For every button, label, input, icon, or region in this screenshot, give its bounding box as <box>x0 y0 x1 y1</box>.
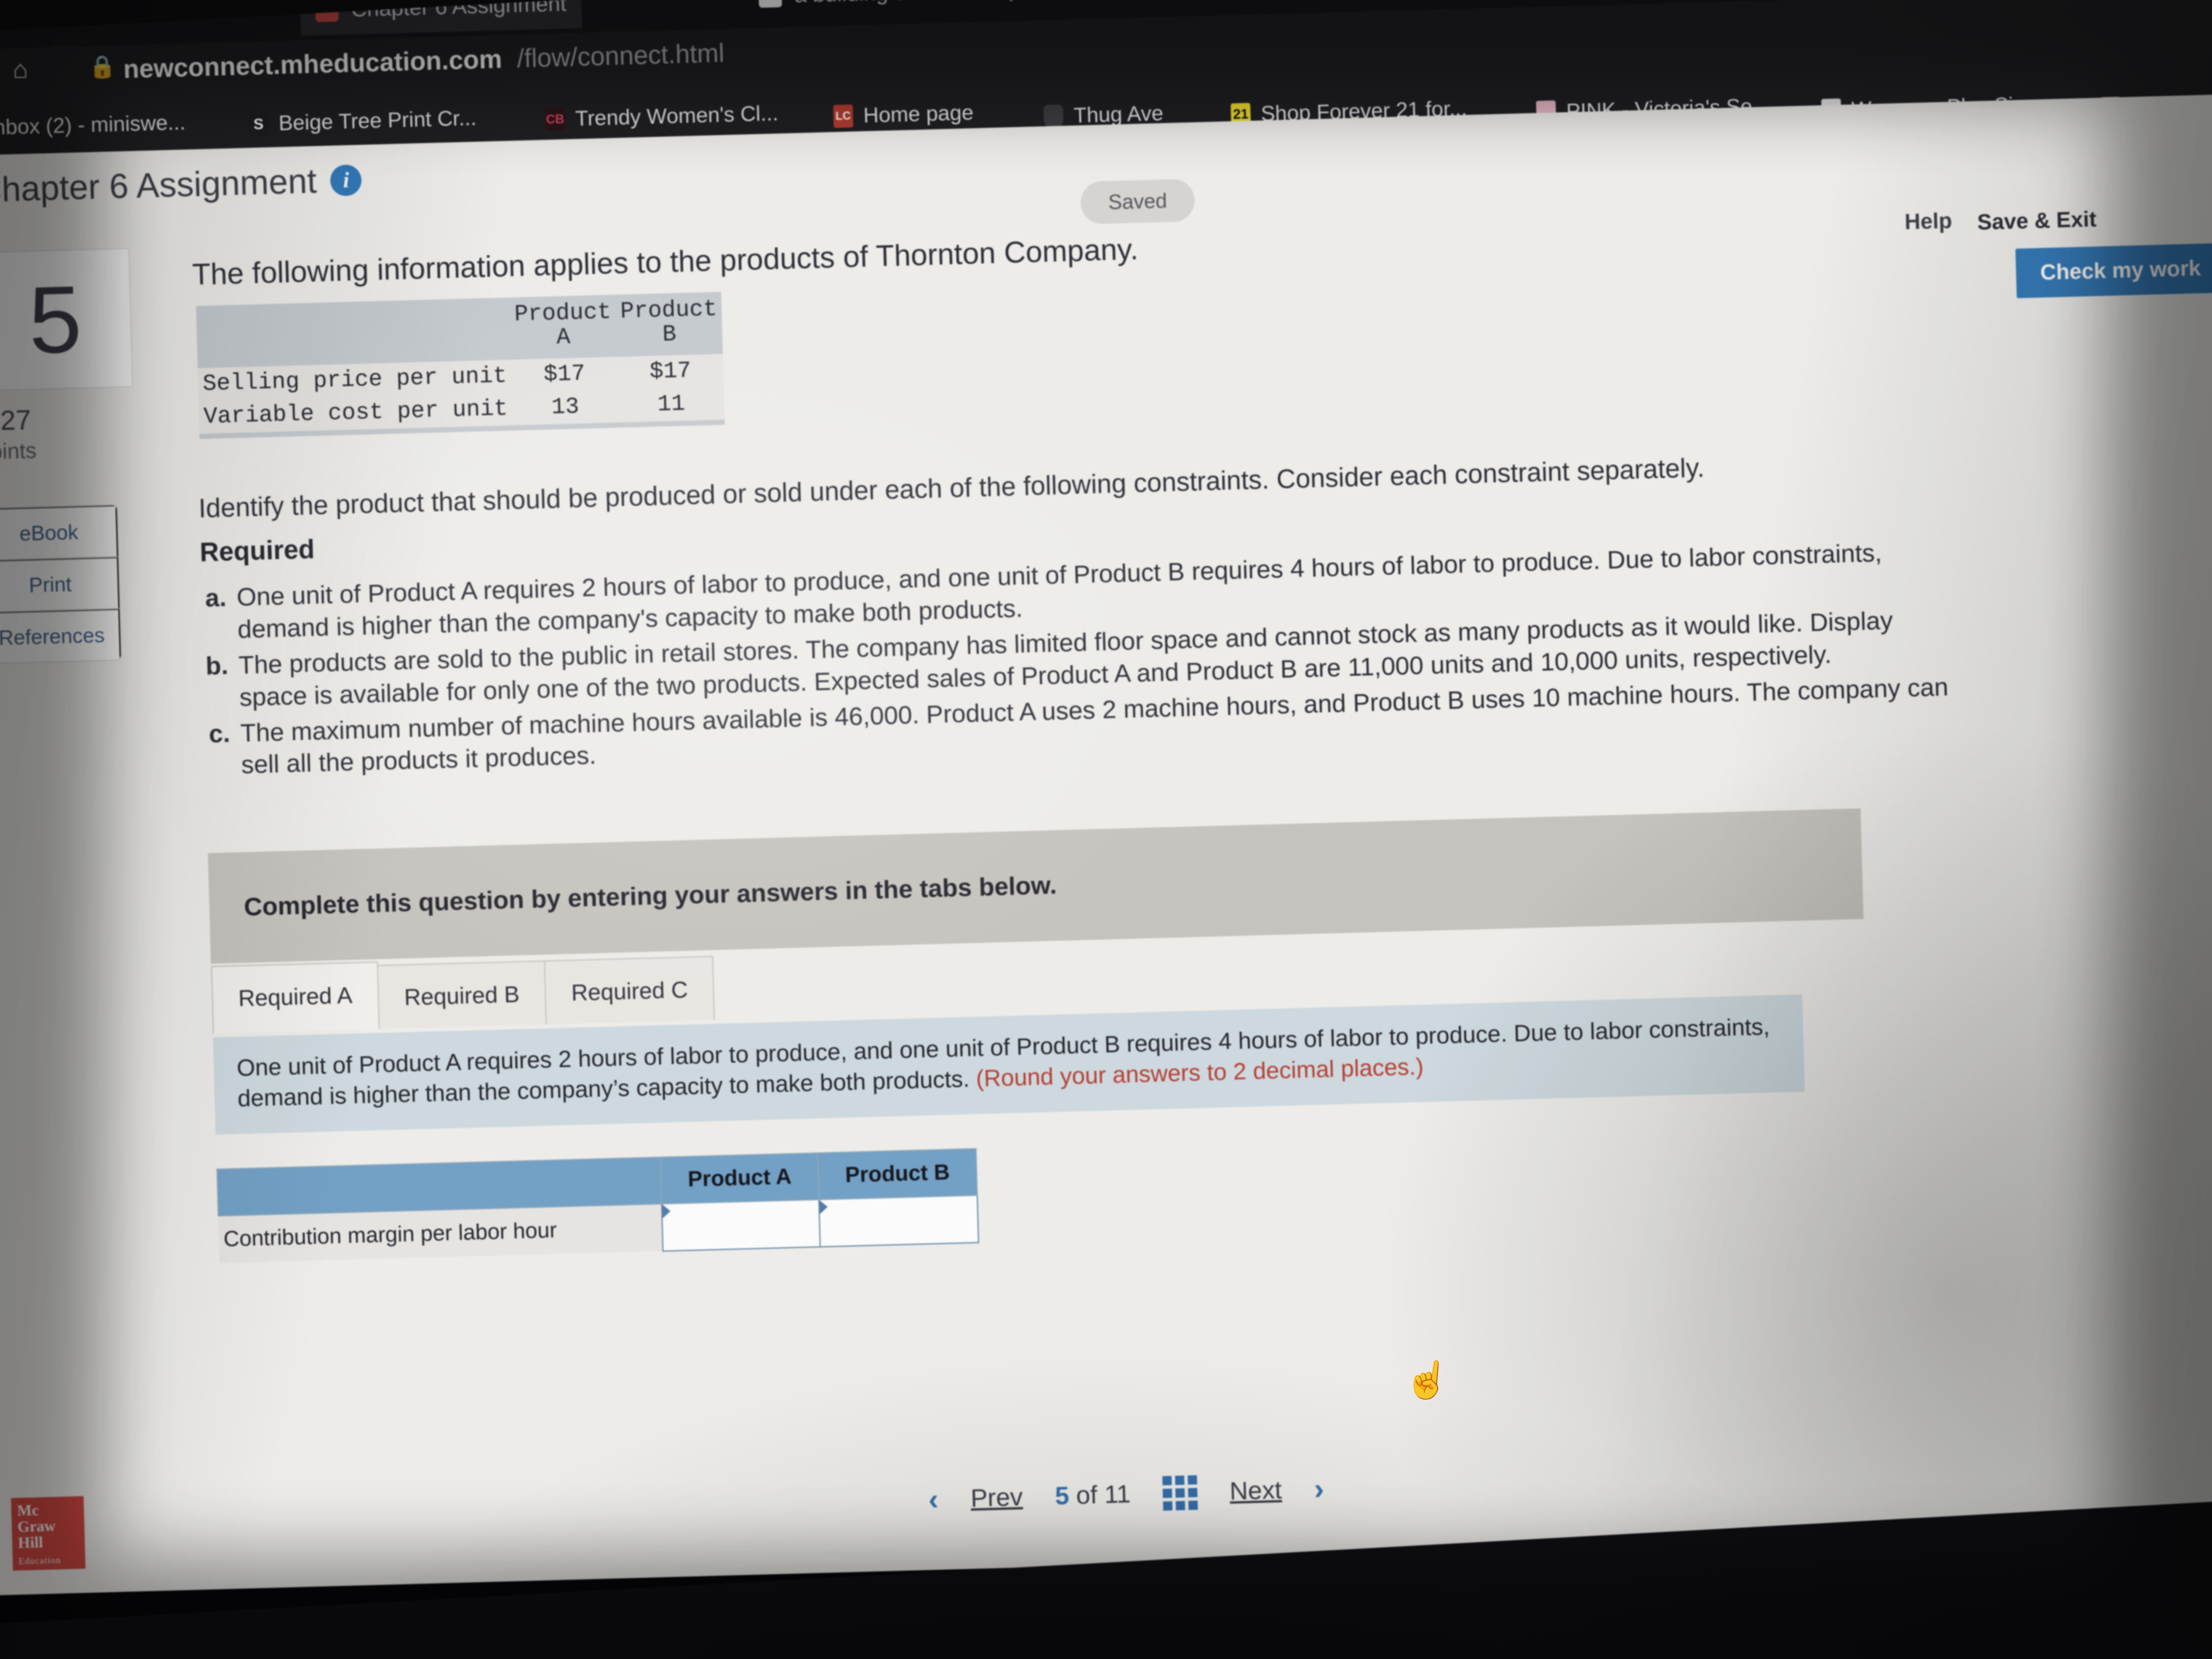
page-counter: 5 of 11 <box>1055 1480 1131 1511</box>
help-link[interactable]: Help <box>1904 209 1952 235</box>
tab-required-c[interactable]: Required C <box>544 956 715 1025</box>
tab-required-b[interactable]: Required B <box>377 960 547 1029</box>
letter-s-icon: S <box>248 112 269 136</box>
tab-required-a[interactable]: Required A <box>211 961 380 1033</box>
facts-cell-a: 13 <box>512 389 619 428</box>
logo-line-1: Mc <box>17 1501 39 1520</box>
prev-button[interactable]: Prev <box>970 1483 1023 1513</box>
lc-icon: LC <box>833 104 854 128</box>
tab-favicon-google <box>758 0 782 8</box>
logo-line-3: Hill <box>17 1533 44 1552</box>
bookmark-label: Home page <box>863 100 974 127</box>
url-path: /flow/connect.html <box>516 38 725 73</box>
complete-question-banner: Complete this question by entering your … <box>207 808 1864 964</box>
mcgraw-hill-logo: Mc Graw Hill Education <box>11 1496 86 1571</box>
facts-table: Product A Product B Selling price per unit… <box>196 291 725 440</box>
next-chevron-icon[interactable]: › <box>1313 1472 1324 1506</box>
grid-icon[interactable] <box>1162 1475 1198 1511</box>
pagination: ‹ Prev 5 of 11 Next › <box>928 1472 1324 1517</box>
complete-question-text: Complete this question by entering your … <box>243 871 1058 922</box>
bookmark-label: Beige Tree Print Cr... <box>278 105 477 135</box>
ebook-button[interactable]: eBook <box>0 505 118 561</box>
points-value: 2.27 <box>0 405 32 437</box>
monitor-screen: Chapter 6 Assignment × a building contra… <box>0 0 2212 1659</box>
page-current: 5 <box>1054 1481 1070 1510</box>
home-icon[interactable]: ⌂ <box>12 55 28 84</box>
bookmark-item[interactable]: S Beige Tree Print Cr... <box>248 105 477 137</box>
shield-icon <box>1043 104 1064 128</box>
facts-col-blank <box>196 297 512 369</box>
rail-button-group: eBook Print References <box>0 504 122 665</box>
assignment-title: Chapter 6 Assignment <box>0 161 317 210</box>
prev-chevron-icon[interactable]: ‹ <box>928 1482 939 1517</box>
status-badge-saved: Saved <box>1080 179 1195 225</box>
bookmark-item[interactable]: CB Trendy Women's Cl... <box>545 101 779 132</box>
requirement-marker: c. <box>208 719 230 748</box>
lock-icon: 🔒 <box>88 54 116 80</box>
question-intro: The following information applies to the… <box>191 232 1139 292</box>
answer-col-product-b: Product B <box>817 1149 978 1200</box>
logo-line-4: Education <box>18 1555 62 1567</box>
save-and-exit-link[interactable]: Save & Exit <box>1977 207 2097 236</box>
bookmark-item[interactable]: LC Home page <box>833 101 974 129</box>
identify-instruction: Identify the product that should be prod… <box>198 452 1705 524</box>
facts-col-product-a: Product A <box>509 294 618 360</box>
mouse-cursor-icon: ☝ <box>1402 1357 1453 1403</box>
tab-title: a building contractor specializing <box>794 0 1111 7</box>
print-button[interactable]: Print <box>0 557 120 613</box>
page-total: 11 <box>1104 1480 1131 1509</box>
required-heading: Required <box>199 533 315 567</box>
info-icon[interactable]: i <box>330 164 362 196</box>
facts-col-product-b: Product B <box>615 291 723 357</box>
references-button[interactable]: References <box>0 609 121 664</box>
question-number-box: 5 <box>0 248 134 392</box>
logo-line-2: Graw <box>17 1517 56 1536</box>
bookmark-item[interactable]: M Inbox (2) - miniswe... <box>0 111 186 141</box>
screen-photo: Chapter 6 Assignment × a building contra… <box>0 0 2212 1659</box>
answer-input-product-b[interactable] <box>819 1195 979 1247</box>
requirement-marker: a. <box>204 583 227 612</box>
answer-col-product-a: Product A <box>660 1153 819 1204</box>
facts-cell-b: $17 <box>617 354 724 390</box>
connect-page: Chapter 6 Assignment i Saved Help Save &… <box>0 93 2212 1596</box>
page-of-label: of <box>1075 1480 1098 1510</box>
answer-prompt: One unit of Product A requires 2 hours o… <box>236 1011 1781 1114</box>
check-my-work-button[interactable]: Check my work <box>2015 243 2212 298</box>
requirement-marker: b. <box>205 651 229 680</box>
facts-cell-a: $17 <box>511 357 618 393</box>
address-bar[interactable]: newconnect.mheducation.com/flow/connect.… <box>123 38 725 84</box>
answer-tabs: Required A Required B Required C <box>211 952 715 1033</box>
cb-icon: CB <box>545 107 566 131</box>
bookmark-label: Trendy Women's Cl... <box>575 101 779 131</box>
page-title: Chapter 6 Assignment i <box>0 160 362 210</box>
answer-input-product-a[interactable] <box>661 1199 820 1251</box>
points-label: points <box>0 438 37 465</box>
answer-prompt-main: One unit of Product A requires 2 hours o… <box>236 1013 1770 1112</box>
bookmark-label: Inbox (2) - miniswe... <box>0 110 186 139</box>
requirements-list: a. One unit of Product A requires 2 hour… <box>200 535 1962 786</box>
browser-tab-1[interactable]: a building contractor specializing <box>743 0 1126 21</box>
url-host: newconnect.mheducation.com <box>123 44 503 84</box>
question-number: 5 <box>27 266 84 373</box>
next-button[interactable]: Next <box>1229 1476 1282 1506</box>
facts-cell-b: 11 <box>618 387 725 425</box>
answer-table: Product A Product B Contribution margin … <box>217 1148 979 1264</box>
